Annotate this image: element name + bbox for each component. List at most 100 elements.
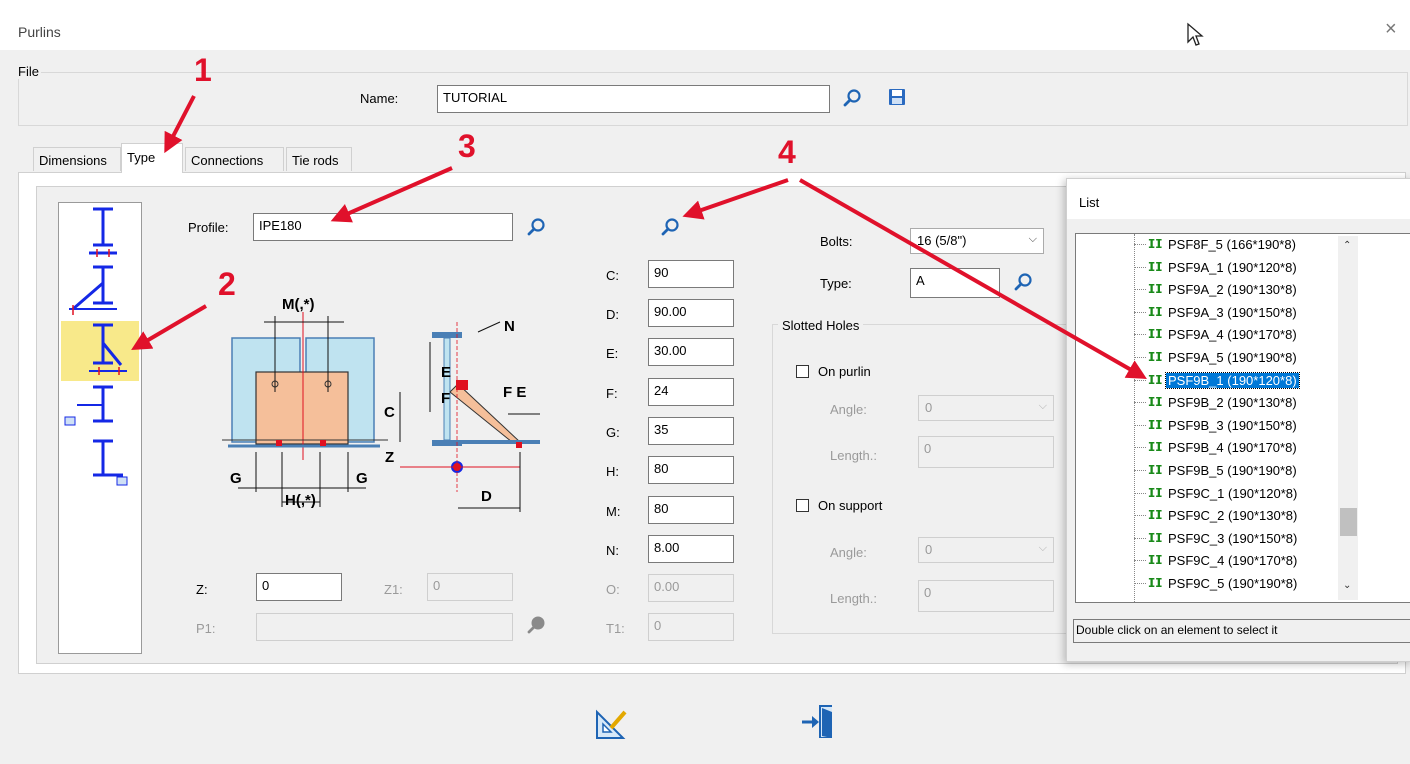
profile-section-icon: ⵊⵊ (1148, 463, 1163, 477)
on-support-checkbox[interactable] (796, 499, 809, 512)
type-label: Type: (820, 276, 852, 291)
list-item[interactable]: ⵊⵊ PSF9C_5 (190*190*8) (1076, 575, 1336, 593)
list-item-label: PSF9B_3 (190*150*8) (1168, 417, 1297, 433)
tree-connector (1134, 560, 1146, 562)
list-item[interactable]: ⵊⵊ PSF9B_1 (190*120*8) (1076, 371, 1336, 390)
chevron-down-icon: ⌵ (1038, 542, 1047, 554)
bolts-select[interactable]: 16 (5/8") ⌵ (910, 228, 1044, 254)
tree-connector (1134, 244, 1146, 245)
dim-h-input[interactable]: 80 (648, 456, 734, 484)
list-scrollbar[interactable]: ⌃ ⌄ (1338, 236, 1358, 600)
diagram-label-d: D (481, 488, 492, 505)
dim-o-label: O: (606, 582, 620, 597)
dimensions-search-icon[interactable] (661, 217, 681, 237)
dim-f-input[interactable]: 24 (648, 378, 734, 406)
list-item[interactable]: ⵊⵊ PSF9C_1 (190*120*8) (1076, 485, 1336, 503)
annotation-label-2: 2 (218, 266, 236, 302)
z-input[interactable]: 0 (256, 573, 342, 601)
profile-section-icon: ⵊⵊ (1148, 237, 1163, 251)
list-window-title: List (1079, 195, 1100, 210)
profile-section-icon: ⵊⵊ (1148, 440, 1163, 455)
tree-connector (1134, 583, 1146, 584)
close-button[interactable]: × (1385, 18, 1397, 41)
dim-f-label: F: (606, 386, 618, 401)
purlin-length-label: Length.: (830, 448, 877, 463)
profile-section-icon: ⵊⵊ (1148, 304, 1163, 319)
list-item[interactable]: ⵊⵊ PSF9C_4 (190*170*8) (1076, 552, 1336, 570)
purlin-angle-label: Angle: (830, 402, 867, 417)
diagram-label-g-left: G (230, 470, 242, 487)
dim-d-input[interactable]: 90.00 (648, 299, 734, 327)
dim-g-label: G: (606, 425, 620, 440)
profile-section-icon: ⵊⵊ (1148, 327, 1163, 342)
tree-connector (1134, 470, 1146, 471)
list-item[interactable]: ⵊⵊ PSF9A_3 (190*150*8) (1076, 304, 1336, 322)
list-item[interactable]: ⵊⵊ PSF9A_2 (190*130*8) (1076, 281, 1336, 299)
support-angle-label: Angle: (830, 545, 867, 560)
tab-dimensions[interactable]: Dimensions (33, 147, 121, 171)
list-window[interactable]: List ⵊⵊ PSF8F_5 (166*190*8) ⵊⵊ PSF9A_1 (190… (1066, 178, 1410, 662)
list-item-label: PSF9C_3 (190*150*8) (1168, 530, 1298, 546)
list-item[interactable]: ⵊⵊ PSF9A_4 (190*170*8) (1076, 326, 1336, 344)
list-item[interactable]: ⵊⵊ PSF9B_2 (190*130*8) (1076, 394, 1336, 412)
connection-type-1-icon[interactable] (89, 207, 117, 257)
list-item-label: PSF9A_5 (190*190*8) (1168, 350, 1297, 365)
tab-connections[interactable]: Connections (185, 147, 284, 171)
profile-section-icon: ⵊⵊ (1148, 485, 1163, 500)
dim-e-input[interactable]: 30.00 (648, 338, 734, 366)
connection-type-list[interactable] (58, 202, 142, 654)
exit-door-icon[interactable] (800, 704, 832, 738)
scrollbar-thumb[interactable] (1340, 508, 1357, 536)
support-angle-value: 0 (925, 542, 933, 557)
list-status-bar: Double click on an element to select it (1073, 619, 1410, 643)
draw-drawing-icon[interactable] (595, 706, 627, 740)
list-item-label: PSF9B_4 (190*170*8) (1168, 440, 1297, 456)
list-item[interactable]: ⵊⵊ PSF8F_5 (166*190*8) (1076, 236, 1336, 254)
connection-type-5-icon[interactable] (93, 439, 128, 486)
tree-connector (1134, 515, 1146, 517)
type-input[interactable]: A (910, 268, 1000, 298)
list-item-label: PSF9A_4 (190*170*8) (1168, 327, 1297, 343)
profile-tree-list[interactable]: ⵊⵊ PSF8F_5 (166*190*8) ⵊⵊ PSF9A_1 (190*120*… (1075, 233, 1410, 603)
bolts-label: Bolts: (820, 234, 853, 249)
annotation-label-3: 3 (458, 128, 476, 164)
search-icon[interactable] (843, 88, 863, 108)
on-purlin-checkbox[interactable] (796, 365, 809, 378)
tree-connector (1134, 357, 1146, 358)
mouse-cursor-icon (1187, 22, 1204, 46)
list-item[interactable]: ⵊⵊ PSF9A_1 (190*120*8) (1076, 259, 1336, 277)
list-item[interactable]: ⵊⵊ PSF9B_4 (190*170*8) (1076, 439, 1336, 457)
profile-section-icon: ⵊⵊ (1148, 282, 1163, 297)
profile-section-icon: ⵊⵊ (1148, 350, 1163, 364)
purlin-angle-select: 0 ⌵ (918, 395, 1054, 421)
connection-type-4-icon[interactable] (64, 385, 113, 426)
dim-c-label: C: (606, 268, 619, 283)
list-item-label: PSF9B_2 (190*130*8) (1168, 395, 1297, 411)
name-label: Name: (360, 91, 399, 106)
list-item-label: PSF9A_3 (190*150*8) (1168, 304, 1297, 320)
profile-search-icon[interactable] (527, 217, 547, 237)
list-item[interactable]: ⵊⵊ PSF9A_5 (190*190*8) (1076, 349, 1336, 367)
list-item[interactable]: ⵊⵊ PSF9C_2 (190*130*8) (1076, 507, 1336, 525)
diagram-label-fe: F E (503, 384, 527, 401)
save-icon[interactable] (888, 88, 906, 106)
dim-c-input[interactable]: 90 (648, 260, 734, 288)
scroll-up-icon[interactable]: ⌃ (1343, 240, 1351, 251)
tab-type[interactable]: Type (121, 143, 183, 173)
list-item-label: PSF9C_4 (190*170*8) (1168, 553, 1298, 569)
connection-type-2-icon[interactable] (69, 265, 117, 315)
dim-g-input[interactable]: 35 (648, 417, 734, 445)
list-item[interactable]: ⵊⵊ PSF9B_3 (190*150*8) (1076, 417, 1336, 435)
dim-n-input[interactable]: 8.00 (648, 535, 734, 563)
list-item[interactable]: ⵊⵊ PSF9C_3 (190*150*8) (1076, 530, 1336, 548)
type-search-icon[interactable] (1014, 272, 1034, 292)
name-input[interactable]: TUTORIAL (437, 85, 830, 113)
scroll-down-icon[interactable]: ⌄ (1343, 580, 1351, 591)
profile-input[interactable]: IPE180 (253, 213, 513, 241)
list-item[interactable]: ⵊⵊ PSF9B_5 (190*190*8) (1076, 462, 1336, 480)
diagram-label-f: F (441, 390, 451, 407)
dim-m-input[interactable]: 80 (648, 496, 734, 524)
diagram-label-n: N (504, 318, 515, 335)
tree-connector (1134, 311, 1146, 313)
tab-tie-rods[interactable]: Tie rods (286, 147, 352, 171)
